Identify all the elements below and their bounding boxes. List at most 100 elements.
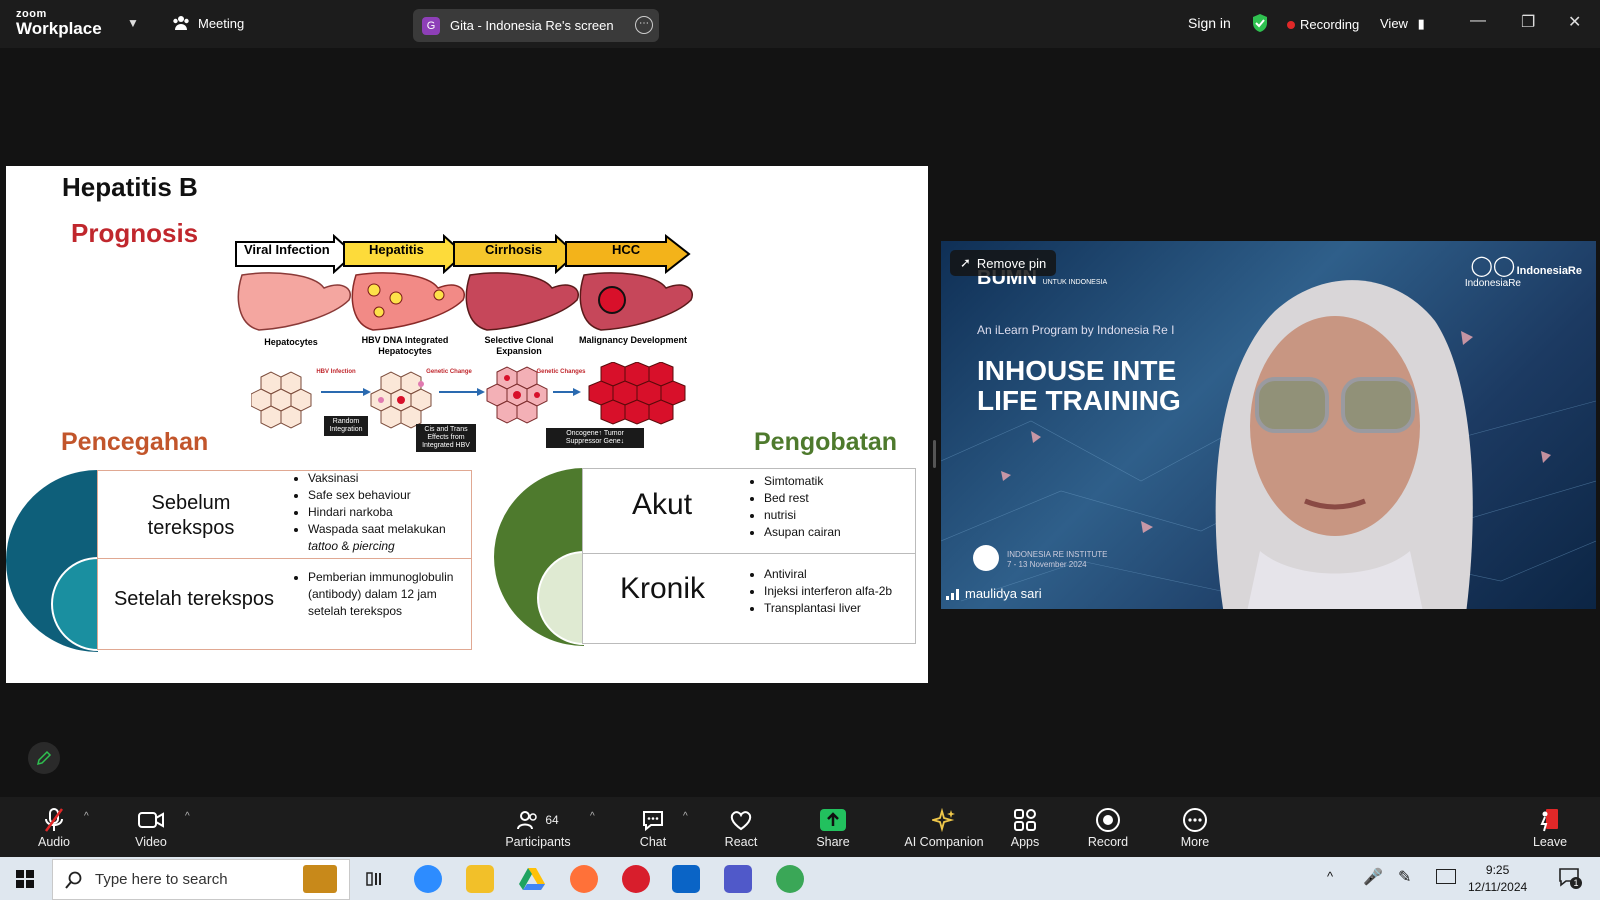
arrow-label-genetic-changes: Genetic Changes xyxy=(536,369,586,375)
tattoo-text: tattoo xyxy=(308,539,339,553)
windows-start-icon[interactable] xyxy=(16,870,34,888)
outlook-icon[interactable] xyxy=(672,865,700,893)
tray-display-icon[interactable] xyxy=(1436,869,1456,884)
react-label: React xyxy=(724,835,758,849)
tag-oncogene: Oncogene↑ Tumor Suppressor Gene↓ xyxy=(546,428,644,448)
stage-hepatitis: Hepatitis xyxy=(369,242,424,257)
chat-label: Chat xyxy=(639,835,667,849)
zoom-taskbar-icon[interactable] xyxy=(414,865,442,893)
prognosis-heading: Prognosis xyxy=(71,218,199,248)
institute-caption: INDONESIA RE INSTITUTE 7 - 13 November 2… xyxy=(1007,550,1107,570)
after-exposure-label: Setelah terekspos xyxy=(113,588,275,610)
training-dates: 7 - 13 November 2024 xyxy=(1007,560,1087,569)
pengobatan-heading: Pengobatan xyxy=(754,428,898,456)
meeting-toolbar: Audio ^ Video ^ 64 Participants ^ Chat ^… xyxy=(0,797,1600,857)
video-button[interactable]: Video xyxy=(106,805,196,849)
share-label: Share xyxy=(816,835,850,849)
chrome-icon[interactable] xyxy=(776,865,804,893)
apps-icon xyxy=(1014,809,1036,831)
participants-count: 64 xyxy=(545,813,559,827)
participant-video-tile[interactable]: BUMN UNTUK INDONESIA ◯◯ IndonesiaRe Indon… xyxy=(941,241,1596,609)
list-item: Simtomatik xyxy=(764,473,924,490)
zoom-logo[interactable]: zoom Workplace xyxy=(16,9,102,38)
react-button[interactable]: React xyxy=(696,805,786,849)
share-button[interactable]: Share xyxy=(788,805,878,849)
list-item: Safe sex behaviour xyxy=(308,487,478,504)
briefcase-icon xyxy=(303,865,337,893)
list-item: Hindari narkoba xyxy=(308,504,478,521)
meeting-label: Meeting xyxy=(198,15,245,31)
record-button[interactable]: Record xyxy=(1063,805,1153,849)
pencegahan-arc xyxy=(6,470,98,652)
acute-label: Akut xyxy=(632,488,693,521)
view-button[interactable]: View ▮ xyxy=(1380,16,1425,32)
screen-share-indicator[interactable]: G Gita - Indonesia Re's screen ⋯ xyxy=(413,9,659,42)
participants-options-chevron-icon[interactable]: ^ xyxy=(590,811,595,822)
heart-icon xyxy=(730,811,752,831)
label-hepatocytes: Hepatocytes xyxy=(264,337,318,347)
chronic-label: Kronik xyxy=(620,572,706,605)
people-icon xyxy=(173,16,189,30)
slide-title: Hepatitis B xyxy=(62,172,198,202)
arrow-label-hbv-infection: HBV Infection xyxy=(316,369,356,375)
participants-label: Participants xyxy=(505,835,571,849)
video-options-chevron-icon[interactable]: ^ xyxy=(185,811,190,822)
title-bar: zoom Workplace ▼ Meeting G Gita - Indone… xyxy=(0,0,1600,48)
more-options-icon[interactable]: ⋯ xyxy=(635,16,653,34)
headline-line-1: INHOUSE INTE xyxy=(977,355,1177,386)
shield-icon[interactable] xyxy=(1251,13,1269,38)
list-item-text: Waspada saat melakukan xyxy=(308,522,446,536)
close-icon[interactable]: ✕ xyxy=(1568,12,1581,32)
leave-icon xyxy=(1540,809,1558,832)
participants-button[interactable]: 64 Participants xyxy=(493,805,583,849)
meeting-tab[interactable]: Meeting xyxy=(172,15,244,31)
stage-cirrhosis: Cirrhosis xyxy=(485,242,543,257)
chevron-down-icon[interactable]: ▼ xyxy=(127,16,139,30)
chat-options-chevron-icon[interactable]: ^ xyxy=(683,811,688,822)
participants-icon xyxy=(517,811,538,830)
participant-name-tag: maulidya sari xyxy=(946,586,1042,601)
pencegahan-heading: Pencegahan xyxy=(61,428,209,456)
more-button[interactable]: More xyxy=(1150,805,1240,849)
indonesiare-institute-logo: IndonesiaRe xyxy=(1516,265,1582,277)
list-item: Vaksinasi xyxy=(308,470,478,487)
shared-slide: Hepatitis B Prognosis Viral Infection He… xyxy=(6,166,928,683)
teams-icon[interactable] xyxy=(724,865,752,893)
security-app-icon[interactable] xyxy=(622,865,650,893)
audio-options-chevron-icon[interactable]: ^ xyxy=(84,811,89,822)
view-label: View xyxy=(1380,16,1408,31)
signal-strength-icon xyxy=(946,588,959,600)
annotate-button[interactable] xyxy=(28,742,60,774)
split-resize-handle[interactable] xyxy=(933,440,936,468)
notifications-icon[interactable]: 1 xyxy=(1558,867,1582,892)
clock-date: 12/11/2024 xyxy=(1468,880,1528,894)
list-item: Bed rest xyxy=(764,490,924,507)
tray-expand-icon[interactable]: ^ xyxy=(1327,869,1333,884)
camera-logo-icon xyxy=(973,545,999,571)
pin-icon: ➚ xyxy=(960,255,971,270)
minimize-icon[interactable]: — xyxy=(1470,12,1486,30)
participant-person xyxy=(1215,280,1473,609)
restore-icon[interactable]: ❐ xyxy=(1521,12,1535,32)
list-item: Asupan cairan xyxy=(764,524,924,541)
task-view-icon[interactable] xyxy=(361,865,389,893)
firefox-icon[interactable] xyxy=(570,865,598,893)
recording-indicator[interactable]: Recording xyxy=(1287,17,1359,32)
list-item: nutrisi xyxy=(764,507,924,524)
microphone-muted-icon xyxy=(44,808,64,832)
arrow-label-genetic-change: Genetic Change xyxy=(426,369,472,375)
label-hbv-dna: HBV DNA Integrated Hepatocytes xyxy=(361,335,449,356)
screen-share-title: Gita - Indonesia Re's screen xyxy=(450,18,614,33)
leave-button[interactable]: Leave xyxy=(1505,805,1595,849)
apps-button[interactable]: Apps xyxy=(980,805,1070,849)
search-placeholder: Type here to search xyxy=(95,871,228,888)
tray-microphone-icon[interactable]: 🎤 xyxy=(1363,867,1383,887)
file-explorer-icon[interactable] xyxy=(466,865,494,893)
chat-icon xyxy=(643,811,663,832)
google-drive-icon[interactable] xyxy=(518,865,546,893)
taskbar-search-box[interactable]: Type here to search xyxy=(52,859,350,900)
taskbar-clock[interactable]: 9:25 12/11/2024 xyxy=(1468,862,1527,896)
sign-in-button[interactable]: Sign in xyxy=(1188,15,1231,31)
remove-pin-button[interactable]: ➚ Remove pin xyxy=(950,250,1057,276)
tray-pen-icon[interactable]: ✎ xyxy=(1398,867,1411,887)
